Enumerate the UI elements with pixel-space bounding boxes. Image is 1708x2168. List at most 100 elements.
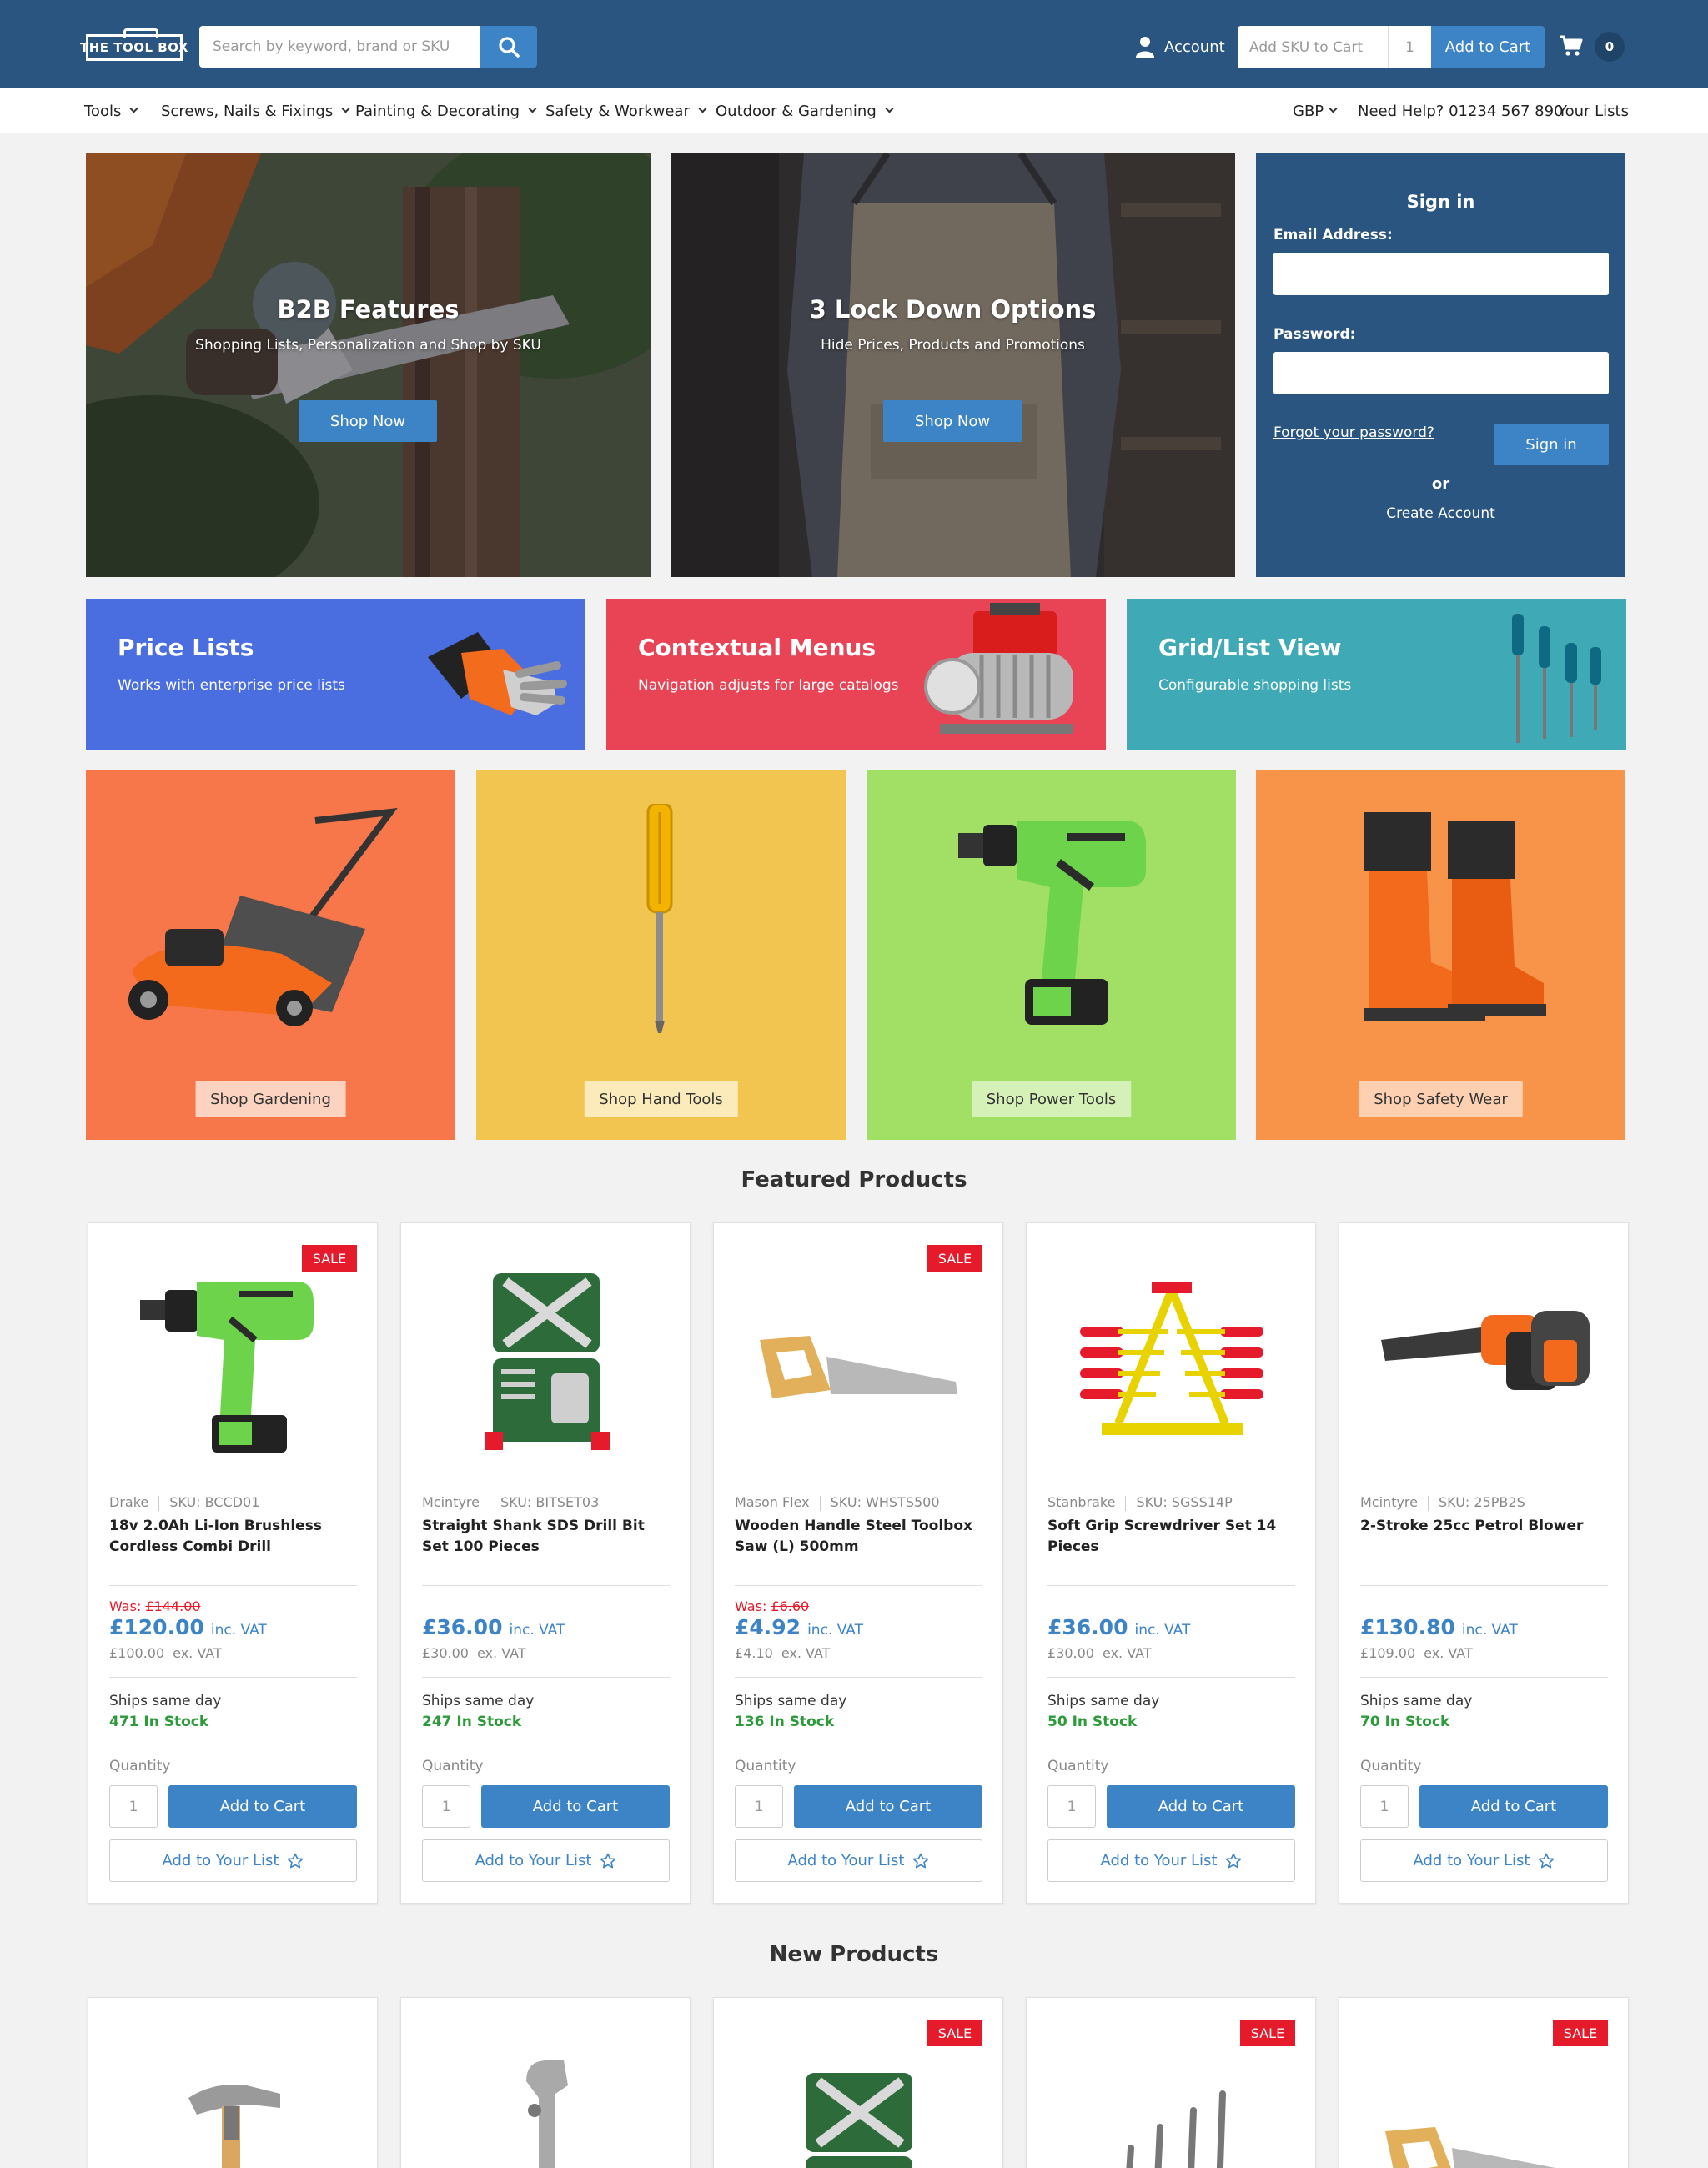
was-price: Was: £6.60 [735,1598,810,1614]
category-safety-wear[interactable]: Shop Safety Wear [1256,770,1625,1140]
email-field[interactable] [1273,253,1609,295]
nav-item-screws[interactable]: Screws, Nails & Fixings [161,88,350,133]
product-image[interactable] [1339,2048,1630,2168]
category-button[interactable]: Shop Power Tools [971,1081,1132,1117]
chevron-down-icon [528,104,537,113]
product-image[interactable] [401,2048,691,2168]
cart-icon [1560,35,1583,56]
divider [1047,1677,1295,1678]
add-to-list-button[interactable]: Add to Your List [1360,1839,1608,1882]
add-to-cart-button[interactable]: Add to Cart [1107,1785,1295,1828]
product-image[interactable] [714,1257,1004,1457]
quantity-input[interactable] [1047,1785,1096,1828]
product-brand[interactable]: Mason Flex [735,1494,810,1510]
sku-input[interactable] [1238,26,1388,68]
product-sku: SKU: BCCD01 [169,1494,260,1510]
promo-subtitle: Navigation adjusts for large catalogs [638,677,899,694]
product-brand[interactable]: Drake [109,1494,148,1510]
add-to-cart-button[interactable]: Add to Cart [794,1785,982,1828]
product-brand[interactable]: Mcintyre [422,1494,480,1510]
category-gardening[interactable]: Shop Gardening [86,770,455,1140]
cordless-drill-image [140,1282,314,1453]
add-to-list-button[interactable]: Add to Your List [109,1839,357,1882]
category-button[interactable]: Shop Gardening [195,1081,346,1117]
nav-item-tools[interactable]: Tools [84,88,138,133]
create-account-link[interactable]: Create Account [1256,505,1625,522]
product-name[interactable]: Straight Shank SDS Drill Bit Set 100 Pie… [422,1516,672,1558]
category-hand-tools[interactable]: Shop Hand Tools [476,770,846,1140]
promo-price-lists[interactable]: Price Lists Works with enterprise price … [86,599,585,750]
quantity-input[interactable] [1360,1785,1409,1828]
quantity-input[interactable] [735,1785,783,1828]
nav-item-safety[interactable]: Safety & Workwear [545,88,707,133]
product-name[interactable]: Wooden Handle Steel Toolbox Saw (L) 500m… [735,1516,985,1558]
category-button[interactable]: Shop Safety Wear [1359,1081,1523,1117]
hero-banner-lockdown[interactable]: 3 Lock Down Options Hide Prices, Product… [671,153,1235,577]
promo-title: Grid/List View [1158,634,1342,661]
quantity-input[interactable] [422,1785,470,1828]
quantity-label: Quantity [735,1758,796,1774]
site-logo[interactable]: THE TOOL BOX [80,28,188,61]
divider [109,1677,357,1678]
category-power-tools[interactable]: Shop Power Tools [867,770,1236,1140]
product-image[interactable] [1027,2048,1317,2168]
main-nav: Tools Screws, Nails & Fixings Painting &… [0,88,1708,133]
divider [422,1677,670,1678]
product-sku: SKU: SGSS14P [1136,1494,1233,1510]
hero-shop-now-button[interactable]: Shop Now [883,400,1022,442]
product-name[interactable]: 18v 2.0Ah Li-Ion Brushless Cordless Comb… [109,1516,359,1558]
new-product-card [88,1997,378,2168]
stock-status: 471 In Stock [109,1714,209,1730]
add-to-cart-button[interactable]: Add to Cart [1419,1785,1608,1828]
add-to-list-button[interactable]: Add to Your List [422,1839,670,1882]
add-to-list-label: Add to Your List [787,1852,905,1869]
your-lists-link[interactable]: Your Lists [1558,88,1629,133]
hero-banner-b2b[interactable]: B2B Features Shopping Lists, Personaliza… [86,153,651,577]
add-to-cart-button[interactable]: Add to Cart [481,1785,670,1828]
search-input[interactable] [199,26,480,68]
hero-shop-now-button[interactable]: Shop Now [299,400,437,442]
search-button[interactable] [480,26,537,68]
star-icon [1539,1853,1555,1868]
product-brand[interactable]: Mcintyre [1360,1494,1418,1510]
quantity-input[interactable] [109,1785,158,1828]
product-name[interactable]: 2-Stroke 25cc Petrol Blower [1360,1516,1610,1537]
shipping-info: Ships same day [422,1693,535,1709]
add-to-list-button[interactable]: Add to Your List [735,1839,982,1882]
stock-status: 70 In Stock [1360,1714,1450,1730]
signin-button[interactable]: Sign in [1494,424,1609,465]
cart-button[interactable] [1560,35,1583,60]
drill-bit-set-image [485,1273,610,1450]
promo-title: Price Lists [118,634,254,661]
signin-title: Sign in [1406,192,1475,212]
price-inc-vat: £36.00 inc. VAT [422,1615,565,1639]
or-separator: or [1431,475,1450,493]
product-image[interactable] [401,1257,691,1457]
product-image[interactable] [714,2048,1004,2168]
product-name[interactable]: Soft Grip Screwdriver Set 14 Pieces [1047,1516,1298,1558]
chevron-down-icon [341,104,350,113]
sku-quantity-input[interactable] [1388,26,1431,68]
account-link[interactable]: Account [1136,33,1225,60]
star-icon [1226,1853,1242,1868]
currency-selector[interactable]: GBP [1293,88,1338,133]
nav-item-painting[interactable]: Painting & Decorating [355,88,537,133]
product-image[interactable] [88,2048,379,2168]
add-to-list-button[interactable]: Add to Your List [1047,1839,1295,1882]
chevron-down-icon [698,104,707,113]
product-brand[interactable]: Stanbrake [1047,1494,1115,1510]
product-image[interactable] [1027,1257,1317,1457]
forgot-password-link[interactable]: Forgot your password? [1273,424,1434,441]
product-image[interactable] [88,1257,379,1457]
password-field[interactable] [1273,352,1609,394]
sku-add-to-cart-button[interactable]: Add to Cart [1431,26,1545,68]
nav-item-outdoor[interactable]: Outdoor & Gardening [716,88,894,133]
promo-grid-list-view[interactable]: Grid/List View Configurable shopping lis… [1127,599,1626,750]
sale-badge: SALE [1240,2020,1295,2046]
promo-contextual-menus[interactable]: Contextual Menus Navigation adjusts for … [606,599,1106,750]
add-to-cart-button[interactable]: Add to Cart [168,1785,357,1828]
category-button[interactable]: Shop Hand Tools [584,1081,738,1117]
price-ex-vat: £109.00 ex. VAT [1360,1645,1473,1661]
product-image[interactable] [1339,1257,1630,1457]
help-phone[interactable]: Need Help? 01234 567 890 [1358,88,1564,133]
